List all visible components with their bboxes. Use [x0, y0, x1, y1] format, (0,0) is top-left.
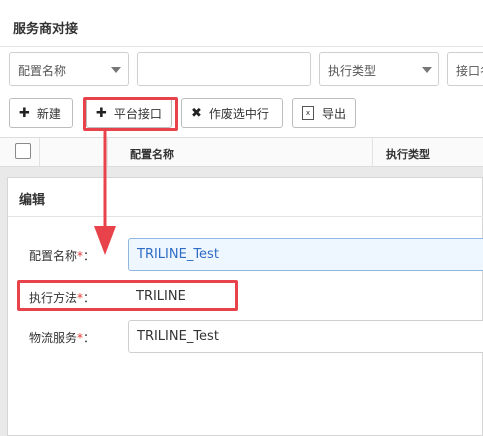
plus-icon: ✚ [19, 105, 30, 121]
logistics-service-field[interactable]: TRILINE_Test [128, 320, 483, 353]
logistics-service-value: TRILINE_Test [137, 329, 219, 344]
select-all-checkbox[interactable] [15, 143, 31, 159]
export-button-label: 导出 [321, 106, 346, 121]
config-name-select[interactable]: 配置名称 [9, 52, 129, 86]
dialog-title-divider [8, 216, 483, 217]
arrow-head [94, 226, 116, 255]
interface-select-label: 接口名 [456, 64, 483, 78]
page-title: 服务商对接 [13, 22, 79, 37]
config-name-field[interactable]: TRILINE_Test [128, 238, 483, 271]
annotation-arrow [94, 128, 116, 255]
column-header-config-name[interactable]: 配置名称 [130, 146, 174, 162]
export-button[interactable]: x 导出 [292, 98, 356, 128]
new-button[interactable]: ✚ 新建 [9, 98, 73, 128]
new-button-label: 新建 [36, 106, 61, 121]
dialog-title: 编辑 [19, 193, 46, 208]
highlight-box-platform-button [83, 97, 178, 131]
exec-type-select[interactable]: 执行类型 [319, 52, 439, 86]
chevron-down-icon [422, 67, 432, 73]
column-divider [39, 138, 40, 166]
chevron-down-icon [111, 67, 121, 73]
close-icon: ✖ [191, 105, 202, 121]
excel-file-icon: x [302, 106, 314, 120]
exec-type-select-label: 执行类型 [328, 64, 377, 78]
config-name-value: TRILINE_Test [137, 247, 219, 262]
void-selected-button-label: 作废选中行 [208, 106, 269, 121]
logistics-service-label-text: 物流服务 [29, 331, 78, 345]
label-colon: ： [83, 331, 96, 345]
interface-select[interactable]: 接口名 [447, 52, 483, 86]
filter-text-input[interactable] [137, 52, 311, 86]
column-header-exec-type[interactable]: 执行类型 [386, 146, 430, 162]
logistics-service-label: 物流服务*： [29, 329, 95, 346]
header-divider [0, 46, 483, 47]
column-divider [372, 138, 373, 166]
table-header-top-border [0, 137, 483, 138]
config-name-select-label: 配置名称 [18, 64, 67, 78]
highlight-box-exec-method [17, 280, 238, 311]
void-selected-button[interactable]: ✖ 作废选中行 [181, 98, 283, 128]
config-name-label-text: 配置名称 [29, 249, 78, 263]
